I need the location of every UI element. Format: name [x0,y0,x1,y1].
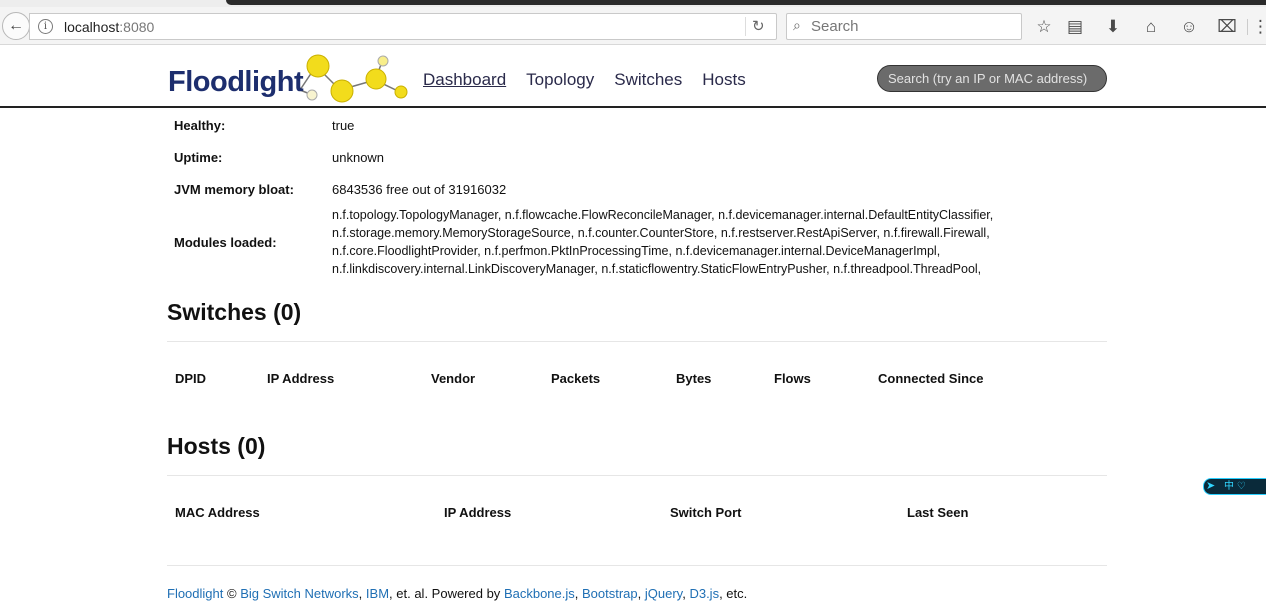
footer-text: © [223,586,241,601]
switches-col-dpid: DPID [175,371,207,386]
back-arrow-icon: ← [8,17,24,34]
chat-icon[interactable]: ☺ [1178,16,1200,38]
hosts-title: Hosts (0) [167,433,266,459]
uptime-value: unknown [332,150,385,165]
nav-hosts[interactable]: Hosts [702,70,745,90]
hosts-col-last-seen: Last Seen [907,505,969,520]
url-port: :8080 [119,19,155,35]
nav-search-placeholder: Search (try an IP or MAC address) [888,71,1088,86]
home-icon[interactable]: ⌂ [1140,16,1162,38]
nav-links: Dashboard Topology Switches Hosts [423,70,766,90]
switches-col-bytes: Bytes [676,371,712,386]
divider [1247,19,1248,35]
url-host: localhost [64,19,120,35]
switches-title: Switches (0) [167,299,302,325]
pocket-icon[interactable]: ⌧ [1216,16,1238,38]
navbar: Floodlight Dashboard Topology Switches H… [0,46,1266,108]
side-widget-text: 中 ♡ [1224,481,1246,492]
hosts-col-ip: IP Address [444,505,512,520]
widget-arrow-icon: ➤ [1206,480,1216,492]
footer-link-bsn[interactable]: Big Switch Networks [240,586,358,601]
modules-value: n.f.topology.TopologyManager, n.f.flowca… [332,208,994,276]
footer-link-ibm[interactable]: IBM [366,586,389,601]
page: Floodlight Dashboard Topology Switches H… [0,46,1266,611]
browser-search-bar[interactable]: ⌕ Search [786,13,1022,40]
healthy-label: Healthy: [174,118,226,133]
active-tab-edge [226,0,1266,5]
browser-search-placeholder: Search [811,18,859,35]
divider [167,565,1107,566]
reading-list-icon[interactable]: ▤ [1064,16,1086,38]
divider [167,475,1107,476]
menu-icon[interactable]: ⋮ [1252,16,1266,38]
status-row-modules: Modules loaded: n.f.topology.TopologyMan… [174,206,1074,280]
switches-col-vendor: Vendor [431,371,476,386]
modules-label: Modules loaded: [174,235,277,250]
footer: Floodlight © Big Switch Networks, IBM, e… [167,586,747,601]
nav-search-input[interactable]: Search (try an IP or MAC address) [877,65,1107,92]
footer-text: , [358,586,366,601]
switches-col-flows: Flows [774,371,811,386]
memory-label: JVM memory bloat: [174,182,294,197]
switches-col-packets: Packets [551,371,601,386]
back-button[interactable]: ← [2,12,30,40]
divider [167,341,1107,342]
footer-text: , et. al. Powered by [389,586,504,601]
url-bar[interactable]: i localhost:8080 ↻ [29,13,777,40]
switches-col-connected: Connected Since [878,371,984,386]
side-widget[interactable]: ➤ 中 ♡ [1203,478,1266,495]
footer-link-backbone[interactable]: Backbone.js [504,586,575,601]
nav-dashboard[interactable]: Dashboard [423,70,506,90]
nav-topology[interactable]: Topology [526,70,594,90]
hosts-col-mac: MAC Address [175,505,260,520]
hosts-col-port: Switch Port [670,505,742,520]
search-icon: ⌕ [793,17,801,33]
footer-text: , etc. [719,586,748,601]
healthy-value: true [332,118,355,133]
info-icon[interactable]: i [38,19,53,34]
uptime-label: Uptime: [174,150,223,165]
browser-toolbar: ← i localhost:8080 ↻ ⌕ Search ☆ ▤ ⬇ ⌂ ☺ … [0,7,1266,45]
reload-icon[interactable]: ↻ [752,17,765,35]
memory-value: 6843536 free out of 31916032 [332,182,507,197]
footer-link-floodlight[interactable]: Floodlight [167,586,223,601]
url-text: localhost:8080 [64,19,154,35]
bookmark-star-icon[interactable]: ☆ [1033,16,1055,38]
divider [745,17,746,36]
footer-text: , [574,586,582,601]
footer-link-jquery[interactable]: jQuery [645,586,682,601]
tab-strip [0,0,1266,7]
floodlight-logo[interactable]: Floodlight [168,48,412,106]
footer-link-d3[interactable]: D3.js [689,586,719,601]
brand-name: Floodlight [168,66,304,98]
footer-text: , [637,586,645,601]
footer-link-bootstrap[interactable]: Bootstrap [582,586,638,601]
switches-col-ip: IP Address [267,371,335,386]
nav-switches[interactable]: Switches [614,70,682,90]
download-icon[interactable]: ⬇ [1102,16,1124,38]
